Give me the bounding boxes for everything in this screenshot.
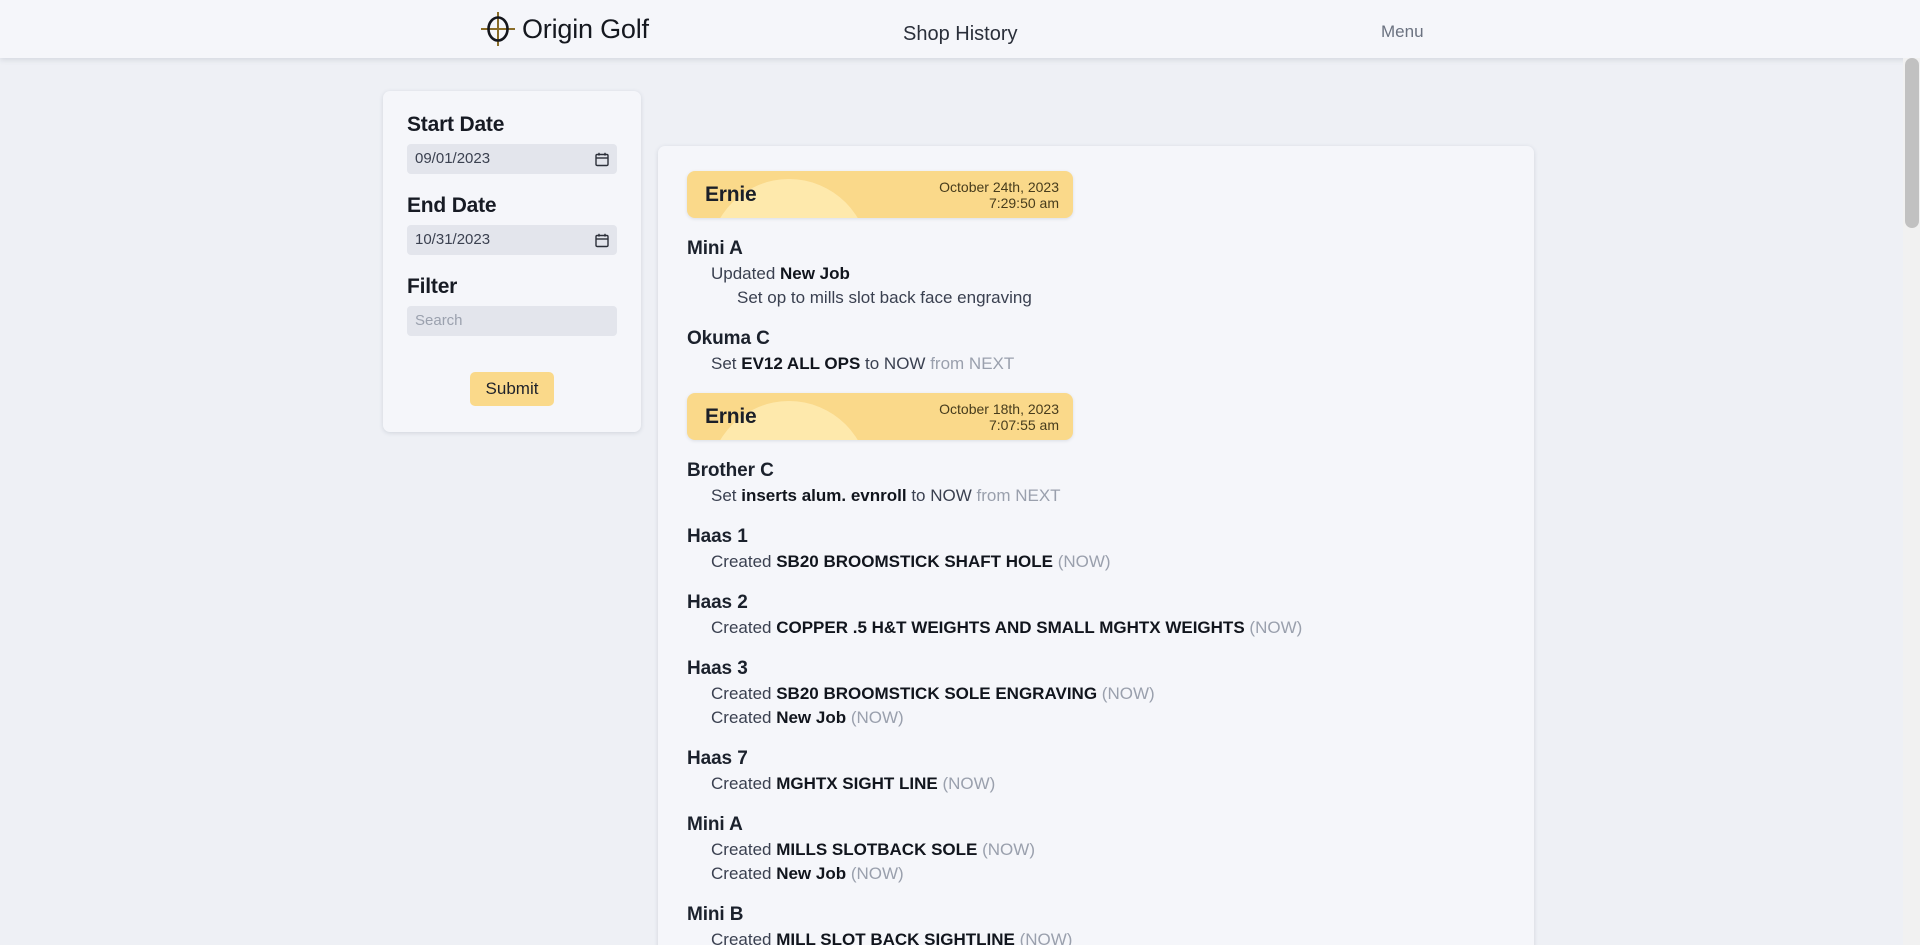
history-action: Created MGHTX SIGHT LINE (NOW) bbox=[687, 774, 1534, 794]
action-detail: (NOW) bbox=[982, 840, 1035, 859]
search-placeholder: Search bbox=[415, 306, 463, 336]
search-input[interactable]: Search bbox=[407, 306, 617, 336]
calendar-icon[interactable] bbox=[595, 152, 609, 167]
brand[interactable]: Origin Golf bbox=[478, 9, 649, 49]
action-detail: from NEXT bbox=[930, 354, 1014, 373]
machine-name: Okuma C bbox=[687, 328, 1534, 350]
history-group: Ernie October 24th, 20237:29:50 am Mini A U… bbox=[658, 171, 1534, 374]
machine-name: Haas 2 bbox=[687, 592, 1534, 614]
machine-block: Haas 1 Created SB20 BROOMSTICK SHAFT HOLE… bbox=[658, 526, 1534, 572]
machine-name: Brother C bbox=[687, 460, 1534, 482]
brand-name: Origin Golf bbox=[522, 14, 649, 45]
history-group: Ernie October 18th, 20237:07:55 am Brother… bbox=[658, 393, 1534, 945]
machine-block: Brother C Set inserts alum. evnroll to NO… bbox=[658, 460, 1534, 506]
filter-label: Filter bbox=[407, 275, 617, 299]
action-detail: (NOW) bbox=[1249, 618, 1302, 637]
action-detail: (NOW) bbox=[851, 708, 904, 727]
top-navbar: Origin Golf Shop History Menu bbox=[0, 0, 1920, 58]
history-author: Ernie bbox=[705, 183, 757, 207]
action-detail: (NOW) bbox=[1020, 930, 1073, 945]
machine-name: Mini A bbox=[687, 238, 1534, 260]
menu-button[interactable]: Menu bbox=[1381, 22, 1424, 42]
machine-block: Mini B Created MILL SLOT BACK SIGHTLINE (… bbox=[658, 904, 1534, 945]
action-detail: from NEXT bbox=[977, 486, 1061, 505]
history-action: Created MILL SLOT BACK SIGHTLINE (NOW) bbox=[687, 930, 1534, 945]
action-subject: New Job bbox=[776, 708, 846, 727]
action-detail: (NOW) bbox=[1102, 684, 1155, 703]
action-subject: MILL SLOT BACK SIGHTLINE bbox=[776, 930, 1015, 945]
machine-name: Haas 7 bbox=[687, 748, 1534, 770]
calendar-icon[interactable] bbox=[595, 233, 609, 248]
machine-name: Haas 3 bbox=[687, 658, 1534, 680]
group-spacer bbox=[658, 374, 1534, 393]
action-detail: (NOW) bbox=[851, 864, 904, 883]
page-scrollbar-thumb[interactable] bbox=[1905, 58, 1919, 228]
action-subject: MILLS SLOTBACK SOLE bbox=[776, 840, 977, 859]
filter-panel: Start Date 09/01/2023 End Date 10/31/202… bbox=[383, 91, 641, 432]
submit-button[interactable]: Submit bbox=[470, 372, 555, 406]
machine-block: Mini A Created MILLS SLOTBACK SOLE (NOW) C… bbox=[658, 814, 1534, 884]
end-date-label: End Date bbox=[407, 194, 617, 218]
start-date-label: Start Date bbox=[407, 113, 617, 137]
history-action: Created New Job (NOW) bbox=[687, 708, 1534, 728]
action-subject: MGHTX SIGHT LINE bbox=[776, 774, 938, 793]
history-author: Ernie bbox=[705, 405, 757, 429]
history-action: Created COPPER .5 H&T WEIGHTS AND SMALL … bbox=[687, 618, 1534, 638]
end-date-value: 10/31/2023 bbox=[415, 225, 490, 255]
history-action: Set inserts alum. evnroll to NOW from NE… bbox=[687, 486, 1534, 506]
action-detail: (NOW) bbox=[942, 774, 995, 793]
action-subject: SB20 BROOMSTICK SOLE ENGRAVING bbox=[776, 684, 1097, 703]
action-subject: New Job bbox=[776, 864, 846, 883]
end-date-input[interactable]: 10/31/2023 bbox=[407, 225, 617, 255]
history-panel: Ernie October 24th, 20237:29:50 am Mini A U… bbox=[658, 146, 1534, 945]
history-timestamp: October 24th, 20237:29:50 am bbox=[939, 179, 1059, 211]
action-subject: New Job bbox=[780, 264, 850, 283]
machine-block: Okuma C Set EV12 ALL OPS to NOW from NEXT bbox=[658, 328, 1534, 374]
history-group-header: Ernie October 18th, 20237:07:55 am bbox=[687, 393, 1073, 440]
history-timestamp: October 18th, 20237:07:55 am bbox=[939, 401, 1059, 433]
action-subject: inserts alum. evnroll bbox=[741, 486, 906, 505]
action-detail: (NOW) bbox=[1058, 552, 1111, 571]
machine-name: Mini A bbox=[687, 814, 1534, 836]
history-action: Set EV12 ALL OPS to NOW from NEXT bbox=[687, 354, 1534, 374]
action-subject: EV12 ALL OPS bbox=[741, 354, 860, 373]
action-subject: COPPER .5 H&T WEIGHTS AND SMALL MGHTX WE… bbox=[776, 618, 1244, 637]
history-action: Created SB20 BROOMSTICK SOLE ENGRAVING (… bbox=[687, 684, 1534, 704]
machine-name: Mini B bbox=[687, 904, 1534, 926]
machine-block: Haas 3 Created SB20 BROOMSTICK SOLE ENGRA… bbox=[658, 658, 1534, 728]
crosshair-target-icon bbox=[478, 9, 518, 49]
machine-block: Mini A Updated New JobSet op to mills slo… bbox=[658, 238, 1534, 308]
machine-name: Haas 1 bbox=[687, 526, 1534, 548]
history-group-header: Ernie October 24th, 20237:29:50 am bbox=[687, 171, 1073, 218]
page-body: Start Date 09/01/2023 End Date 10/31/202… bbox=[0, 58, 1920, 945]
submit-row: Submit bbox=[407, 372, 617, 406]
history-action: Created SB20 BROOMSTICK SHAFT HOLE (NOW) bbox=[687, 552, 1534, 572]
page-title: Shop History bbox=[903, 23, 1018, 46]
start-date-value: 09/01/2023 bbox=[415, 144, 490, 174]
page-scrollbar-track[interactable] bbox=[1903, 58, 1920, 945]
history-action: Created MILLS SLOTBACK SOLE (NOW) bbox=[687, 840, 1534, 860]
history-action: Created New Job (NOW) bbox=[687, 864, 1534, 884]
history-action: Updated New JobSet op to mills slot back… bbox=[687, 264, 1534, 308]
start-date-input[interactable]: 09/01/2023 bbox=[407, 144, 617, 174]
action-subject: SB20 BROOMSTICK SHAFT HOLE bbox=[776, 552, 1053, 571]
action-subdetail: Set op to mills slot back face engraving bbox=[711, 288, 1534, 308]
machine-block: Haas 2 Created COPPER .5 H&T WEIGHTS AND … bbox=[658, 592, 1534, 638]
machine-block: Haas 7 Created MGHTX SIGHT LINE (NOW) bbox=[658, 748, 1534, 794]
